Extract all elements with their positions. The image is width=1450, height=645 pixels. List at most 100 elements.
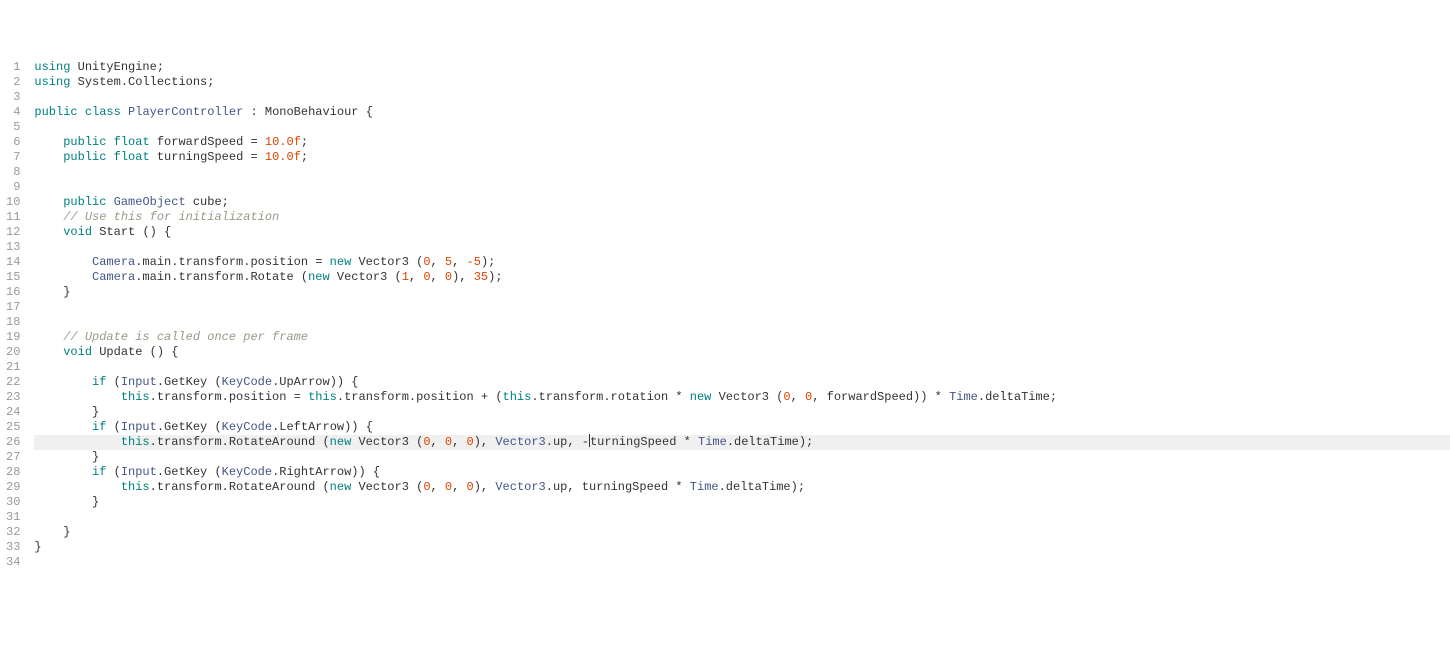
code-token — [34, 225, 63, 239]
code-line[interactable]: Camera.main.transform.Rotate (new Vector… — [34, 270, 1450, 285]
code-token: public — [34, 105, 77, 119]
code-token: .UpArrow)) { — [272, 375, 358, 389]
code-token: if — [92, 465, 106, 479]
code-line[interactable]: Camera.main.transform.position = new Vec… — [34, 255, 1450, 270]
code-line[interactable]: if (Input.GetKey (KeyCode.UpArrow)) { — [34, 375, 1450, 390]
code-line[interactable]: } — [34, 450, 1450, 465]
line-number: 10 — [6, 195, 20, 210]
code-token: Input — [121, 465, 157, 479]
code-token: 35 — [474, 270, 488, 284]
code-line[interactable] — [34, 510, 1450, 525]
code-token: ( — [106, 420, 120, 434]
code-token: Camera — [92, 270, 135, 284]
code-token — [711, 390, 718, 404]
code-line[interactable] — [34, 120, 1450, 135]
code-line[interactable]: } — [34, 540, 1450, 555]
code-token: this — [503, 390, 532, 404]
code-token: } — [34, 285, 70, 299]
code-token: this — [121, 390, 150, 404]
code-line[interactable]: // Use this for initialization — [34, 210, 1450, 225]
line-number: 29 — [6, 480, 20, 495]
line-number: 28 — [6, 465, 20, 480]
code-line[interactable]: void Start () { — [34, 225, 1450, 240]
code-token: = — [243, 135, 265, 149]
line-number: 24 — [6, 405, 20, 420]
code-line[interactable]: this.transform.RotateAround (new Vector3… — [34, 435, 1450, 450]
code-line[interactable]: this.transform.position = this.transform… — [34, 390, 1450, 405]
code-line[interactable] — [34, 360, 1450, 375]
code-token: Input — [121, 420, 157, 434]
line-number: 16 — [6, 285, 20, 300]
code-token: 0 — [467, 435, 474, 449]
code-token: = — [243, 150, 265, 164]
code-token: ( — [409, 435, 423, 449]
code-token — [106, 195, 113, 209]
code-token: KeyCode — [222, 465, 272, 479]
code-token: Vector3 — [358, 255, 408, 269]
code-line[interactable]: this.transform.RotateAround (new Vector3… — [34, 480, 1450, 495]
code-editor[interactable]: 1234567891011121314151617181920212223242… — [0, 60, 1450, 570]
code-line[interactable]: public float turningSpeed = 10.0f; — [34, 150, 1450, 165]
code-token: GameObject — [114, 195, 186, 209]
code-area[interactable]: using UnityEngine;using System.Collectio… — [28, 60, 1450, 570]
text-cursor — [589, 434, 590, 447]
code-line[interactable]: public float forwardSpeed = 10.0f; — [34, 135, 1450, 150]
code-token: this — [308, 390, 337, 404]
code-token: .deltaTime; — [978, 390, 1057, 404]
code-line[interactable]: } — [34, 495, 1450, 510]
code-token: ), — [452, 270, 474, 284]
code-token: if — [92, 375, 106, 389]
code-line[interactable]: using System.Collections; — [34, 75, 1450, 90]
line-number: 27 — [6, 450, 20, 465]
code-token: , forwardSpeed)) * — [812, 390, 949, 404]
code-token: .transform.RotateAround ( — [150, 435, 330, 449]
line-number: 20 — [6, 345, 20, 360]
code-line[interactable] — [34, 240, 1450, 255]
code-token: ), — [474, 480, 496, 494]
code-token — [70, 60, 77, 74]
code-line[interactable]: } — [34, 285, 1450, 300]
code-token — [78, 105, 85, 119]
code-line[interactable]: // Update is called once per frame — [34, 330, 1450, 345]
code-token: .up, - — [546, 435, 589, 449]
code-token: } — [34, 495, 99, 509]
code-token: Vector3 — [358, 480, 408, 494]
code-token: , — [791, 390, 805, 404]
code-token: Vector3 — [719, 390, 769, 404]
code-token: ; — [222, 195, 229, 209]
code-token: 1 — [402, 270, 409, 284]
code-token — [330, 270, 337, 284]
code-token: 0 — [423, 435, 430, 449]
line-number: 11 — [6, 210, 20, 225]
line-number: 31 — [6, 510, 20, 525]
code-token: .deltaTime); — [719, 480, 805, 494]
code-token: } — [34, 450, 99, 464]
code-token: , — [409, 270, 423, 284]
code-token: } — [34, 405, 99, 419]
code-token: ( — [106, 465, 120, 479]
code-token: Vector3 — [495, 435, 545, 449]
code-line[interactable]: if (Input.GetKey (KeyCode.LeftArrow)) { — [34, 420, 1450, 435]
code-line[interactable]: using UnityEngine; — [34, 60, 1450, 75]
code-line[interactable] — [34, 90, 1450, 105]
code-line[interactable]: void Update () { — [34, 345, 1450, 360]
code-token: Vector3 — [358, 435, 408, 449]
code-line[interactable] — [34, 555, 1450, 570]
code-line[interactable] — [34, 315, 1450, 330]
code-line[interactable]: } — [34, 405, 1450, 420]
line-number: 17 — [6, 300, 20, 315]
code-line[interactable]: } — [34, 525, 1450, 540]
code-token: class — [85, 105, 121, 119]
code-line[interactable]: public class PlayerController : MonoBeha… — [34, 105, 1450, 120]
code-token: .transform.RotateAround ( — [150, 480, 330, 494]
line-number: 32 — [6, 525, 20, 540]
code-token: ( — [409, 255, 423, 269]
code-line[interactable] — [34, 180, 1450, 195]
code-line[interactable] — [34, 300, 1450, 315]
code-line[interactable]: if (Input.GetKey (KeyCode.RightArrow)) { — [34, 465, 1450, 480]
code-token — [34, 390, 120, 404]
code-line[interactable] — [34, 165, 1450, 180]
code-line[interactable]: public GameObject cube; — [34, 195, 1450, 210]
code-token: this — [121, 480, 150, 494]
code-token: Vector3 — [337, 270, 387, 284]
